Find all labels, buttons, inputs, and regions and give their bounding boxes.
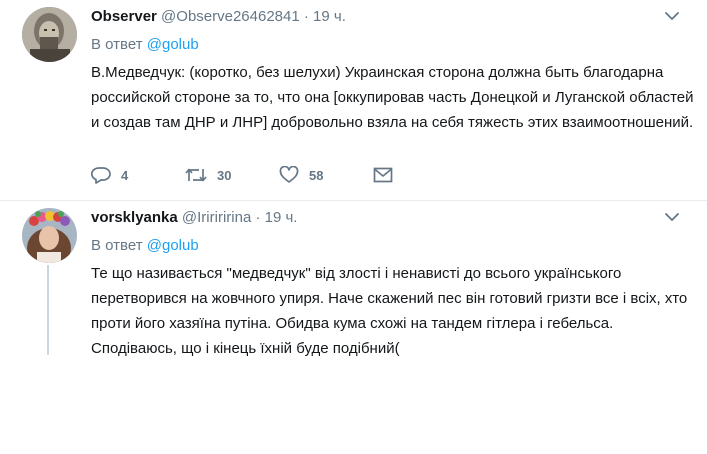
author-handle[interactable]: @Observe26462841 [161, 8, 300, 25]
tweet-header: vorsklyanka @Iririririna · 19 ч. [91, 208, 667, 228]
retweet-button[interactable]: 30 [185, 164, 231, 186]
author-handle[interactable]: @Iririririna [182, 209, 251, 226]
like-count: 58 [309, 167, 324, 183]
separator-dot: · [303, 8, 309, 25]
tweet-time[interactable]: 19 ч. [265, 209, 298, 226]
chevron-down-icon[interactable] [665, 213, 679, 222]
reply-count: 4 [121, 167, 129, 183]
direct-message-button[interactable] [373, 164, 393, 186]
tweet-vorsklyanka[interactable]: vorsklyanka @Iririririna · 19 ч. В ответ… [0, 200, 707, 401]
reply-prefix: В ответ [91, 36, 143, 53]
avatar-vorsklyanka[interactable] [22, 208, 77, 263]
avatar-observer[interactable] [22, 7, 77, 62]
reply-icon [91, 167, 111, 184]
tweet-header: Observer @Observe26462841 · 19 ч. [91, 7, 667, 27]
tweet-text: В.Медведчук: (коротко, без шелухи) Украи… [91, 64, 694, 131]
retweet-icon [185, 168, 207, 182]
reply-mention-link[interactable]: @golub [147, 237, 199, 254]
author-name[interactable]: Observer [91, 8, 157, 25]
tweet-text: Те що називається "медведчук" від злості… [91, 265, 688, 357]
reply-button[interactable]: 4 [91, 164, 128, 186]
tweet-observer[interactable]: Observer @Observe26462841 · 19 ч. В отве… [0, 0, 707, 200]
chevron-down-icon[interactable] [665, 12, 679, 21]
reply-mention-link[interactable]: @golub [147, 36, 199, 53]
envelope-icon [373, 167, 393, 183]
separator-dot: · [255, 209, 261, 226]
reply-context: В ответ @golub [91, 236, 199, 256]
heart-icon [279, 166, 299, 183]
author-name[interactable]: vorsklyanka [91, 209, 178, 226]
tweet-time[interactable]: 19 ч. [313, 8, 346, 25]
thread-line [47, 265, 49, 355]
reply-prefix: В ответ [91, 237, 143, 254]
like-button[interactable]: 58 [279, 164, 323, 186]
retweet-count: 30 [217, 167, 232, 183]
reply-context: В ответ @golub [91, 35, 199, 55]
